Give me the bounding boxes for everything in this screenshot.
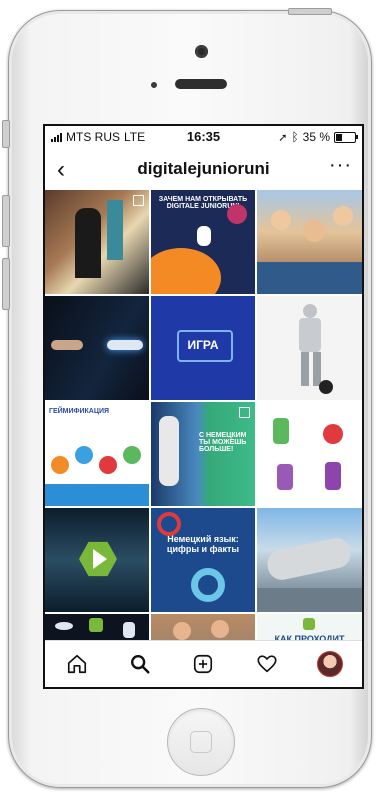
avatar-image <box>317 651 344 677</box>
post-students-selfie[interactable] <box>257 190 362 294</box>
profile-avatar[interactable] <box>310 644 350 684</box>
badge-shape <box>75 446 93 464</box>
post-industrial-machine[interactable] <box>257 508 362 612</box>
face-shape <box>211 620 229 638</box>
play-icon <box>93 549 107 569</box>
profile-header: ‹ digitalejunioruni ··· <box>45 148 362 191</box>
post-german-facts[interactable]: Немецкий язык: цифры и факты <box>151 508 255 612</box>
bottom-tab-bar <box>45 640 362 687</box>
ring-shape <box>157 512 181 536</box>
person-shape <box>159 416 179 486</box>
robot-leg <box>313 352 321 386</box>
planet-shape <box>151 248 221 294</box>
volume-up-button <box>2 195 10 247</box>
human-hand <box>51 340 83 350</box>
face-shape <box>333 206 353 226</box>
post-graduation-photo[interactable] <box>45 190 149 294</box>
logo-shape <box>89 618 103 632</box>
more-dots-icon[interactable]: ··· <box>329 154 352 177</box>
face-shape <box>303 220 325 242</box>
ring-shape <box>191 568 225 602</box>
robot-hand <box>107 340 143 350</box>
post-humanoid-robot[interactable] <box>257 296 362 400</box>
ufo-shape <box>55 622 73 630</box>
robot-shape <box>323 424 343 444</box>
post-caption: ИГРА <box>187 338 219 352</box>
status-right: ➚ ᛒ 35 % <box>278 130 358 144</box>
small-planet <box>227 204 247 224</box>
home-button[interactable] <box>167 708 235 776</box>
photo-banner <box>107 200 123 260</box>
robot-shape <box>273 418 289 444</box>
post-video-play[interactable] <box>45 508 149 612</box>
post-grid: ЗАЧЕМ НАМ ОТКРЫВАТЬ DIGITALE JUNIORUNI И… <box>45 190 362 687</box>
new-post-icon[interactable] <box>183 644 223 684</box>
ufo-shape <box>123 622 135 638</box>
machine-shape <box>264 535 354 583</box>
robot-head <box>303 304 317 318</box>
clothes-shape <box>257 262 362 294</box>
post-caption: Немецкий язык: цифры и факты <box>166 534 240 554</box>
post-caption: С НЕМЕЦКИМ ТЫ МОЖЕШЬ БОЛЬШЕ! <box>199 432 247 453</box>
home-icon[interactable] <box>57 644 97 684</box>
badge-shape <box>51 456 69 474</box>
front-camera <box>195 45 208 58</box>
logo-shape <box>303 618 315 630</box>
post-space-astronaut[interactable]: ЗАЧЕМ НАМ ОТКРЫВАТЬ DIGITALE JUNIORUNI <box>151 190 255 294</box>
volume-down-button <box>2 258 10 310</box>
post-gamification[interactable]: ГЕЙМИФИКАЦИЯ <box>45 402 149 506</box>
post-cartoon-robots[interactable] <box>257 402 362 506</box>
proximity-sensor <box>151 82 157 88</box>
face-shape <box>271 210 291 230</box>
post-game-circuit[interactable]: ИГРА <box>151 296 255 400</box>
earpiece-speaker <box>175 79 227 89</box>
robot-body <box>299 318 321 352</box>
power-button <box>288 8 332 15</box>
soccer-ball <box>319 380 333 394</box>
ribbon-shape <box>45 484 149 506</box>
battery-icon <box>334 131 358 143</box>
multiple-photos-icon <box>239 407 250 418</box>
astronaut-icon <box>197 226 211 246</box>
mute-switch <box>2 120 10 148</box>
badge-shape <box>99 456 117 474</box>
bluetooth-icon: ᛒ <box>291 130 299 144</box>
badge-shape <box>123 446 141 464</box>
floor-shape <box>257 588 362 612</box>
post-robot-hand[interactable] <box>45 296 149 400</box>
search-icon[interactable] <box>120 644 160 684</box>
phone-screen: MTS RUS LTE 16:35 ➚ ᛒ 35 % ‹ digitalejun… <box>43 124 364 689</box>
heart-icon[interactable] <box>247 644 287 684</box>
multiple-photos-icon <box>133 195 144 206</box>
status-bar: MTS RUS LTE 16:35 ➚ ᛒ 35 % <box>45 126 362 148</box>
robot-shape <box>277 464 293 490</box>
battery-percent: 35 % <box>302 130 330 144</box>
photo-figure <box>75 208 101 278</box>
post-lab-experiment[interactable]: С НЕМЕЦКИМ ТЫ МОЖЕШЬ БОЛЬШЕ! <box>151 402 255 506</box>
post-caption: ГЕЙМИФИКАЦИЯ <box>49 408 110 415</box>
robot-leg <box>301 352 309 386</box>
location-icon: ➚ <box>278 131 288 144</box>
profile-username: digitalejunioruni <box>137 159 270 178</box>
robot-shape <box>325 462 341 490</box>
face-shape <box>173 622 191 640</box>
